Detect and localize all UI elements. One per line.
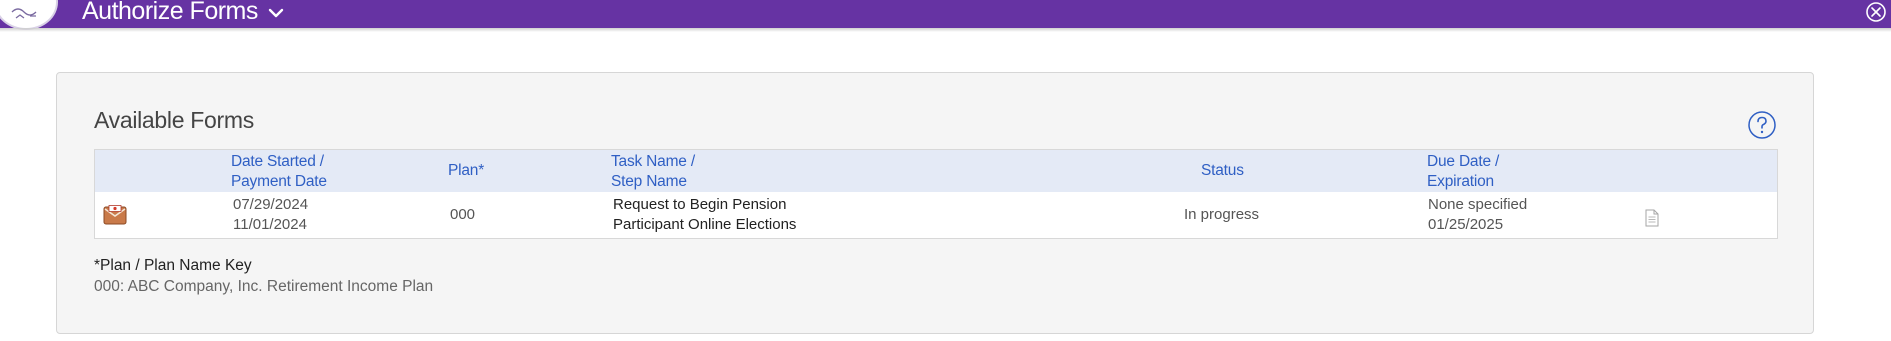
column-due-date[interactable]: Due Date / Expiration [1427,152,1499,192]
column-task-name-label: Task Name / [611,153,695,170]
page-title-menu[interactable]: Authorize Forms [82,0,284,26]
column-status[interactable]: Status [1201,161,1244,181]
due-date: None specified [1428,196,1528,213]
chevron-down-icon [268,0,284,26]
plan-key-entry: 000: ABC Company, Inc. Retirement Income… [94,278,434,295]
header-shadow [0,28,1891,32]
close-icon[interactable] [1865,1,1887,28]
column-plan[interactable]: Plan* [448,161,484,181]
status-cell: In progress [1184,206,1260,223]
task-cell: Request to Begin Pension Participant Onl… [613,195,796,235]
table-header: Date Started / Payment Date Plan* Task N… [95,150,1777,192]
app-header: Authorize Forms [0,0,1891,30]
column-status-label: Status [1201,162,1244,179]
help-icon[interactable] [1747,110,1777,145]
panel-title: Available Forms [94,107,254,133]
task-name: Request to Begin Pension [613,196,787,213]
column-expiration-label: Expiration [1427,173,1494,190]
column-plan-label: Plan* [448,162,485,179]
date-started: 07/29/2024 [233,196,309,213]
column-due-date-label: Due Date / [1427,153,1500,170]
step-name: Participant Online Elections [613,216,797,233]
column-payment-date-label: Payment Date [231,173,327,190]
logo [0,0,58,30]
column-date-started-label: Date Started / [231,153,324,170]
date-cell: 07/29/2024 11/01/2024 [233,195,308,235]
plan-cell: 000 [450,206,476,223]
document-icon[interactable] [1645,209,1659,232]
expiration-date: 01/25/2025 [1428,216,1504,233]
payment-date: 11/01/2024 [233,216,307,233]
column-step-name-label: Step Name [611,173,687,190]
column-date-started[interactable]: Date Started / Payment Date [231,152,327,192]
plan-key-title: *Plan / Plan Name Key [94,257,252,274]
envelope-icon[interactable] [103,205,127,230]
due-cell: None specified 01/25/2025 [1428,195,1527,235]
available-forms-panel: Available Forms Date Started / Payment D… [56,72,1814,334]
page-title: Authorize Forms [82,0,258,25]
forms-table: Date Started / Payment Date Plan* Task N… [94,149,1778,239]
column-task-name[interactable]: Task Name / Step Name [611,152,695,192]
